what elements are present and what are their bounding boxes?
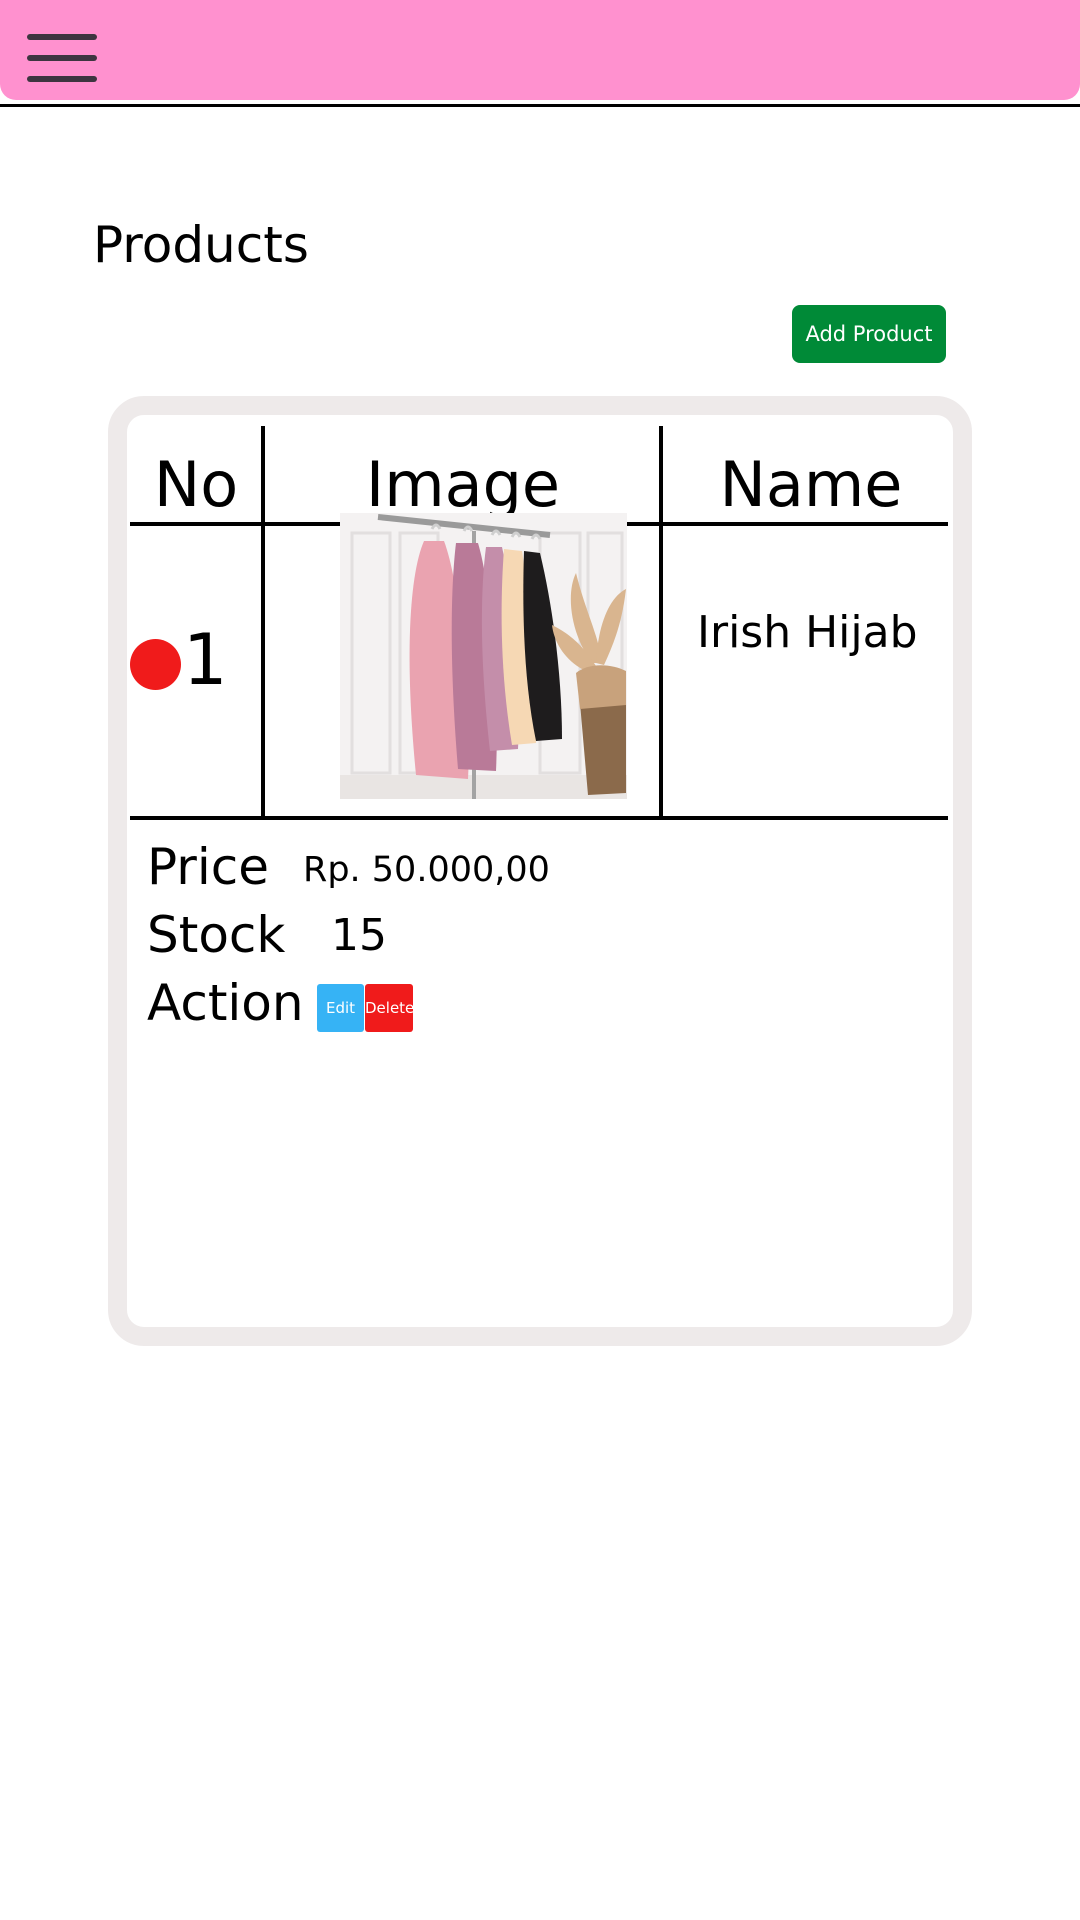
stock-value: 15 (331, 910, 387, 961)
product-image (340, 513, 627, 799)
header-divider (0, 104, 1080, 107)
top-app-bar (0, 0, 1080, 100)
row-number: 1 (183, 619, 228, 701)
action-label: Action (147, 974, 304, 1032)
price-label: Price (147, 838, 269, 896)
column-divider (261, 426, 265, 818)
stock-label: Stock (147, 906, 286, 964)
column-divider (659, 426, 663, 818)
status-dot (130, 639, 181, 690)
price-value: Rp. 50.000,00 (303, 850, 550, 890)
page-title: Products (93, 216, 309, 274)
edit-button[interactable]: Edit (317, 984, 364, 1032)
hamburger-menu-icon[interactable] (27, 34, 97, 82)
delete-button[interactable]: Delete (365, 984, 414, 1032)
column-header-name: Name (719, 448, 903, 521)
row-divider (130, 816, 948, 820)
product-table-card: No Image Name 1 Irish Hijab Price Rp. 50… (108, 396, 972, 1346)
add-product-button[interactable]: Add Product (792, 305, 946, 363)
column-header-no: No (153, 448, 239, 521)
product-name: Irish Hijab (697, 607, 918, 658)
